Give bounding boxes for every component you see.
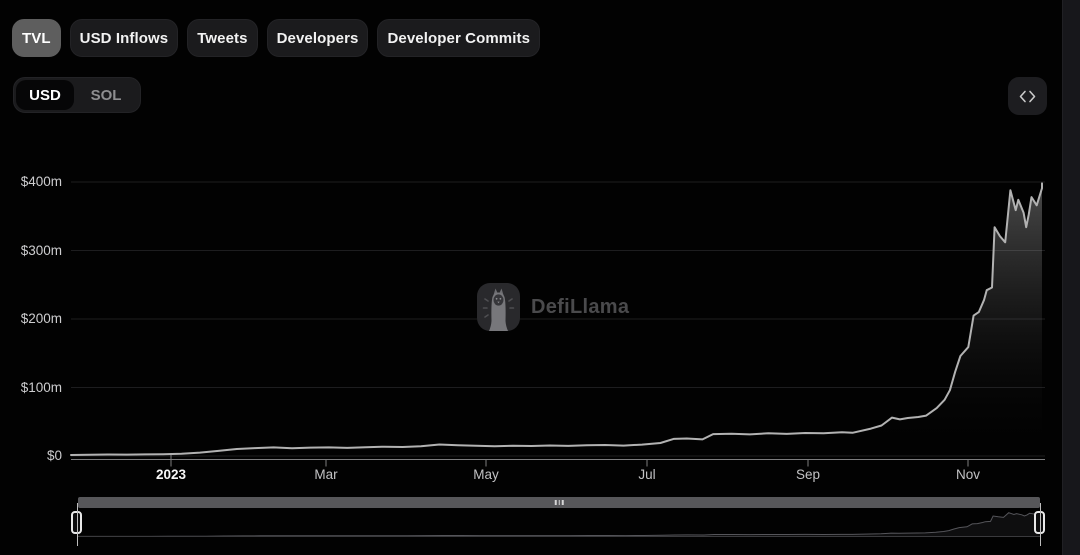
brush-minimap[interactable] [78,508,1040,537]
brush-scrollbar[interactable] [78,497,1040,508]
brush-handle-wick [76,503,78,546]
x-tick-sep: Sep [795,467,821,482]
brush-handle-right[interactable] [1034,503,1045,546]
watermark: DefiLlama [477,283,629,331]
defillama-tvl-panel: TVL USD Inflows Tweets Developers Develo… [0,0,1080,555]
x-tick-nov: Nov [955,467,981,482]
y-tick-300m: $300m [20,242,62,258]
drag-handle-icon [554,500,564,505]
brush-handle-left[interactable] [71,503,82,546]
x-tick-mar: Mar [314,467,338,482]
y-tick-0: $0 [46,448,62,463]
x-tick-may: May [473,467,499,482]
x-tick-2023: 2023 [155,467,187,482]
defillama-logo-icon [477,283,520,331]
y-tick-100m: $100m [20,379,62,395]
x-tick-jul: Jul [638,467,656,482]
right-edge-panel [1062,0,1080,555]
brush-handle-wick [1039,503,1041,546]
watermark-text: DefiLlama [531,295,630,318]
y-tick-400m: $400m [20,174,62,189]
time-range-brush [0,494,1080,546]
y-tick-200m: $200m [20,311,62,326]
